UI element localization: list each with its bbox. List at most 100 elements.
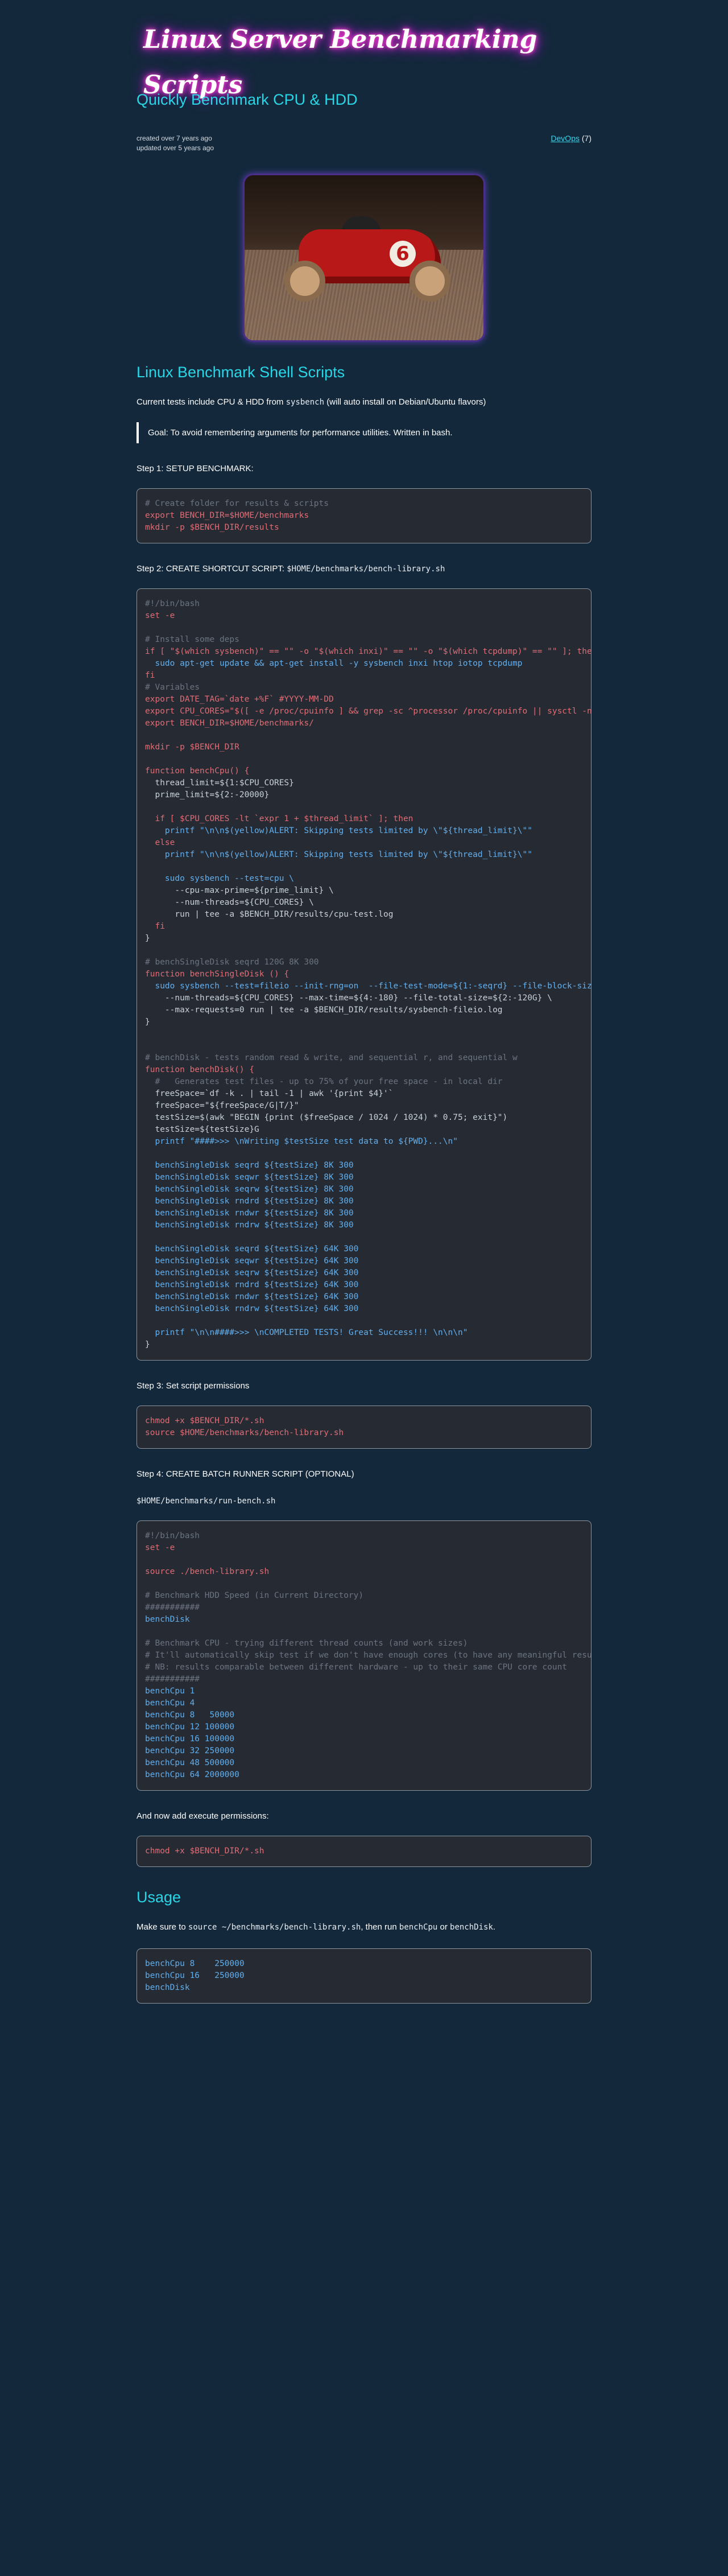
code-line: printf "####>>> \nWriting $testSize test… [145, 1137, 458, 1146]
code-line: --num-threads=${CPU_CORES} --max-time=${… [145, 994, 552, 1003]
usage-title: Usage [136, 1889, 181, 1906]
author-link[interactable]: DevOps [551, 134, 580, 143]
code-line: benchCpu 64 2000000 [145, 1770, 239, 1779]
code-block-setup[interactable]: # Create folder for results & scripts exp… [136, 488, 592, 543]
code-line: export BENCH_DIR=$HOME/benchmarks [145, 511, 309, 520]
code-line: freeSpace="${freeSpace/G|T/}" [145, 1101, 299, 1110]
code-line: export CPU_CORES="$([ -e /proc/cpuinfo ]… [145, 707, 592, 716]
code-line: benchSingleDisk seqrd ${testSize} 8K 300 [145, 1161, 354, 1170]
step-2-code: $HOME/benchmarks/bench-library.sh [287, 564, 445, 574]
code-line: printf "\n\n$(yellow)ALERT: Skipping tes… [145, 850, 532, 859]
code-line: export BENCH_DIR=$HOME/benchmarks/ [145, 719, 314, 728]
step-2-text: Step 2: CREATE SHORTCUT SCRIPT: [136, 564, 285, 574]
code-line: benchSingleDisk seqrw ${testSize} 64K 30… [145, 1268, 359, 1277]
section-title: Linux Benchmark Shell Scripts [136, 364, 345, 381]
code-line: run | tee -a $BENCH_DIR/results/cpu-test… [145, 910, 394, 919]
code-line: function benchDisk() { [145, 1065, 255, 1074]
created-date: created over 7 years ago [136, 134, 212, 142]
code-line: function benchCpu() { [145, 766, 250, 776]
code-line: benchCpu 1 [145, 1687, 195, 1696]
usage-paragraph: Make sure to source ~/benchmarks/bench-l… [136, 1921, 592, 1934]
code-line: benchSingleDisk rndrd ${testSize} 64K 30… [145, 1280, 359, 1289]
code-line: benchSingleDisk rndrw ${testSize} 64K 30… [145, 1304, 359, 1313]
code-line: sudo sysbench --test=fileio --init-rng=o… [155, 982, 592, 991]
usage-code-cpu: benchCpu [399, 1923, 438, 1932]
intro-text-end: (will auto install on Debian/Ubuntu flav… [326, 397, 486, 407]
code-line: function benchSingleDisk () { [145, 970, 289, 979]
code-line: ########### [145, 1675, 200, 1684]
code-line: else [145, 838, 175, 847]
step-3-label: Step 3: Set script permissions [136, 1381, 250, 1391]
code-line: printf "\n\n####>>> \nCOMPLETED TESTS! G… [145, 1328, 468, 1337]
code-line: set -e [145, 1543, 175, 1552]
code-line: --cpu-max-prime=${prime_limit} \ [145, 886, 334, 895]
code-block-usage[interactable]: benchCpu 8 250000 benchCpu 16 250000 bench… [136, 1948, 592, 2004]
intro-text: Current tests include CPU & HDD from [136, 397, 284, 407]
code-line: # benchSingleDisk seqrd 120G 8K 300 [145, 958, 319, 967]
code-line: benchDisk [145, 1615, 190, 1624]
post-meta: created over 7 years ago updated over 5 … [136, 134, 592, 153]
code-line: set -e [145, 611, 175, 620]
code-line: benchDisk [145, 1983, 190, 1992]
step-1-label: Step 1: SETUP BENCHMARK: [136, 464, 254, 473]
code-line: # Generates test files - up to 75% of yo… [145, 1077, 503, 1086]
usage-code-disk: benchDisk [450, 1923, 493, 1932]
code-line: benchSingleDisk rndrw ${testSize} 8K 300 [145, 1221, 354, 1230]
page-title: Linux Server Benchmarking Scripts [143, 25, 537, 100]
code-line: source $HOME/benchmarks/bench-library.sh [145, 1428, 344, 1437]
code-line: # benchDisk - tests random read & write,… [145, 1053, 518, 1062]
code-line: benchSingleDisk seqwr ${testSize} 64K 30… [145, 1256, 359, 1266]
code-line: #!/bin/bash [145, 1531, 200, 1540]
intro-paragraph: Current tests include CPU & HDD from sys… [136, 396, 592, 409]
code-line: sudo sysbench --test=cpu \ [145, 874, 294, 883]
code-line: benchCpu 8 50000 [145, 1711, 235, 1720]
code-block-library[interactable]: #!/bin/bash set -e # Install some deps if [… [136, 588, 592, 1361]
usage-text-end: . [493, 1922, 496, 1932]
code-line: } [145, 1340, 150, 1349]
code-line: chmod +x $BENCH_DIR/*.sh [145, 1416, 264, 1425]
code-block-exec-permissions[interactable]: chmod +x $BENCH_DIR/*.sh [136, 1836, 592, 1867]
usage-code-source: source ~/benchmarks/bench-library.sh [188, 1923, 361, 1932]
code-block-runner[interactable]: #!/bin/bash set -e source ./bench-library.… [136, 1520, 592, 1791]
image-car-number: 6 [390, 241, 416, 267]
code-line: fi [145, 922, 165, 931]
code-line: sudo apt-get update && apt-get install -… [145, 659, 523, 668]
page: Linux Server Benchmarking Scripts Quickl… [136, 0, 592, 2004]
intro-code: sysbench [286, 398, 325, 407]
code-line: freeSpace=`df -k . | tail -1 | awk '{pri… [145, 1089, 394, 1098]
image-wheel-front [410, 261, 450, 302]
usage-text: Make sure to [136, 1922, 186, 1932]
code-block-permissions[interactable]: chmod +x $BENCH_DIR/*.shsource $HOME/ben… [136, 1406, 592, 1449]
code-line: benchSingleDisk seqwr ${testSize} 8K 300 [145, 1173, 354, 1182]
author-count: (7) [581, 134, 592, 143]
code-line: mkdir -p $BENCH_DIR/results [145, 523, 279, 532]
code-line: #!/bin/bash [145, 599, 200, 608]
code-line: benchSingleDisk rndrd ${testSize} 8K 300 [145, 1197, 354, 1206]
code-line: export DATE_TAG=`date +%F` #YYYY-MM-DD [145, 695, 334, 704]
code-line: } [145, 1017, 150, 1027]
code-line: if [ $CPU_CORES -lt `expr 1 + $thread_li… [145, 814, 413, 823]
usage-text-or: or [440, 1922, 448, 1932]
code-line: benchCpu 4 [145, 1699, 195, 1708]
code-line: # Variables [145, 683, 200, 692]
step-2-label: Step 2: CREATE SHORTCUT SCRIPT: $HOME/be… [136, 564, 592, 574]
step-4-path: $HOME/benchmarks/run-bench.sh [136, 1496, 592, 1506]
code-line: benchSingleDisk rndwr ${testSize} 8K 300 [145, 1209, 354, 1218]
code-line: # Create folder for results & scripts [145, 499, 329, 508]
page-subtitle: Quickly Benchmark CPU & HDD [136, 91, 358, 108]
image-wheel-rear [284, 261, 325, 302]
goal-quote: Goal: To avoid remembering arguments for… [136, 422, 592, 443]
code-line: benchCpu 12 100000 [145, 1722, 235, 1732]
code-line: } [145, 934, 150, 943]
code-line: # Benchmark CPU - trying different threa… [145, 1639, 468, 1648]
code-line: fi [145, 671, 155, 680]
